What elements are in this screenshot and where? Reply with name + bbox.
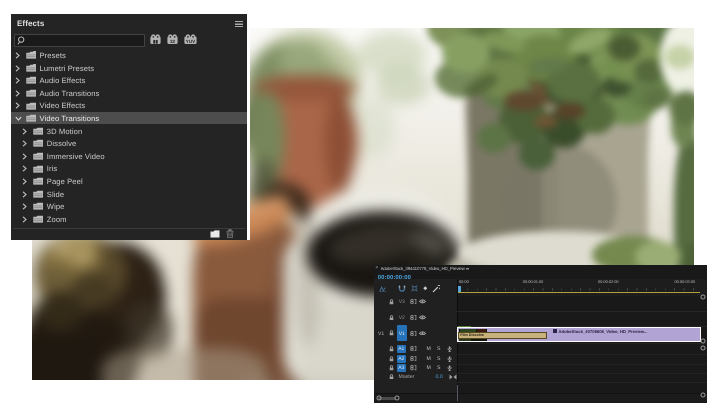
svg-text:32: 32 bbox=[169, 39, 175, 44]
svg-text:YUV: YUV bbox=[185, 39, 195, 44]
svg-text:▮▮: ▮▮ bbox=[152, 39, 158, 44]
